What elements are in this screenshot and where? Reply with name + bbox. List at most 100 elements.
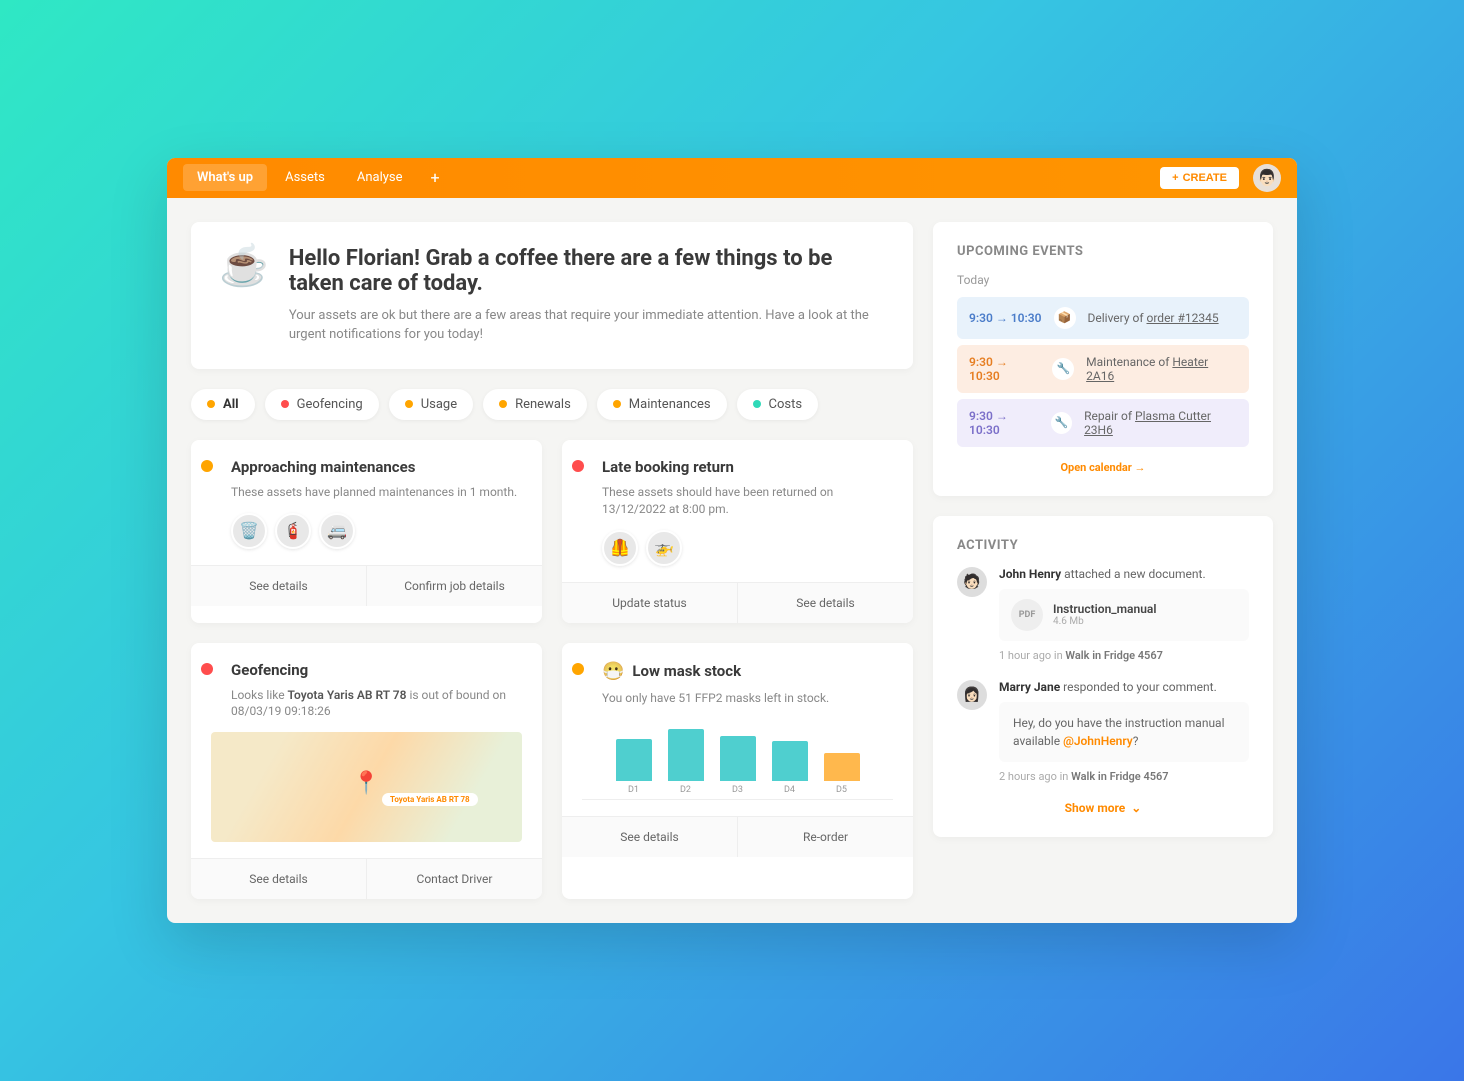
dot-icon: [613, 400, 621, 408]
stock-bar-chart: D1 D2 D3 D4 D5: [582, 720, 893, 800]
activity-item: 🧑🏻 John Henry attached a new document. PDF…: [957, 567, 1249, 662]
filter-renewals[interactable]: Renewals: [483, 389, 587, 420]
map-preview[interactable]: 📍 Toyota Yaris AB RT 78: [211, 732, 522, 842]
event-time: 9:30 → 10:30: [969, 311, 1042, 325]
coffee-icon: ☕: [219, 246, 269, 345]
contact-driver-button[interactable]: Contact Driver: [366, 859, 542, 899]
see-details-button[interactable]: See details: [191, 859, 366, 899]
activity-panel: ACTIVITY 🧑🏻John Henry attached a new doc…: [933, 516, 1273, 837]
today-label: Today: [957, 273, 1249, 287]
greeting-subtitle: Your assets are ok but there are a few a…: [289, 306, 885, 345]
asset-thumb[interactable]: 🗑️: [231, 513, 267, 549]
greeting-title: Hello Florian! Grab a coffee there are a…: [289, 246, 885, 296]
bar-col: D5: [824, 753, 860, 795]
filter-row: All Geofencing Usage Renewals Maintenanc…: [191, 389, 913, 420]
side-column: UPCOMING EVENTS Today 9:30 → 10:30📦Deliv…: [933, 222, 1273, 899]
tab-assets[interactable]: Assets: [271, 164, 339, 191]
activity-meta: 1 hour ago in Walk in Fridge 4567: [999, 649, 1249, 662]
event-row[interactable]: 9:30 → 10:30🔧Repair of Plasma Cutter 23H…: [957, 399, 1249, 447]
topbar-right: + CREATE 👨🏻: [1160, 164, 1281, 192]
activity-line: John Henry attached a new document.: [999, 567, 1249, 581]
bar: [772, 741, 808, 781]
bar-label: D2: [680, 785, 691, 795]
activity-item: 👩🏻Marry Jane responded to your comment.H…: [957, 680, 1249, 783]
bar: [720, 736, 756, 781]
app-window: What's up Assets Analyse + + CREATE 👨🏻 ☕…: [167, 158, 1297, 923]
main-column: ☕ Hello Florian! Grab a coffee there are…: [191, 222, 913, 899]
filter-label: Geofencing: [297, 397, 363, 412]
bar-label: D5: [836, 785, 847, 795]
asset-thumbs: 🦺 🚁: [602, 530, 893, 566]
bar: [824, 753, 860, 781]
card-title: Approaching maintenances: [231, 458, 522, 476]
tab-analyse[interactable]: Analyse: [343, 164, 417, 191]
asset-thumb[interactable]: 🧯: [275, 513, 311, 549]
create-button[interactable]: + CREATE: [1160, 167, 1239, 189]
greeting-card: ☕ Hello Florian! Grab a coffee there are…: [191, 222, 913, 369]
see-details-button[interactable]: See details: [562, 817, 737, 857]
add-tab-icon[interactable]: +: [421, 164, 450, 191]
filter-label: Costs: [769, 397, 803, 412]
card-title: Late booking return: [602, 458, 893, 476]
activity-meta: 2 hours ago in Walk in Fridge 4567: [999, 770, 1249, 783]
attachment-name: Instruction_manual: [1053, 602, 1156, 616]
filter-costs[interactable]: Costs: [737, 389, 819, 420]
filter-label: Maintenances: [629, 397, 711, 412]
user-avatar[interactable]: 👨🏻: [1253, 164, 1281, 192]
event-row[interactable]: 9:30 → 10:30🔧Maintenance of Heater 2A16: [957, 345, 1249, 393]
card-title: 😷 Low mask stock: [602, 661, 893, 682]
filter-all[interactable]: All: [191, 389, 255, 420]
event-time: 9:30 → 10:30: [969, 355, 1040, 383]
event-type-icon: 🔧: [1052, 358, 1074, 380]
bar-label: D1: [628, 785, 639, 795]
card-low-stock: 😷 Low mask stock You only have 51 FFP2 m…: [562, 643, 913, 900]
user-avatar[interactable]: 👩🏻: [957, 680, 987, 710]
bar-label: D3: [732, 785, 743, 795]
show-more-button[interactable]: Show more ⌄: [957, 801, 1249, 815]
card-desc: Looks like Toyota Yaris AB RT 78 is out …: [231, 687, 522, 721]
dot-icon: [405, 400, 413, 408]
asset-name: Toyota Yaris AB RT 78: [288, 688, 407, 702]
filter-usage[interactable]: Usage: [389, 389, 473, 420]
attachment-size: 4.6 Mb: [1053, 616, 1156, 627]
mention[interactable]: @JohnHenry: [1063, 734, 1133, 748]
asset-thumb[interactable]: 🦺: [602, 530, 638, 566]
open-calendar-link[interactable]: Open calendar →: [957, 461, 1249, 474]
content: ☕ Hello Florian! Grab a coffee there are…: [167, 198, 1297, 923]
dot-icon: [207, 400, 215, 408]
event-text: Repair of Plasma Cutter 23H6: [1084, 409, 1237, 437]
map-pin-label: Toyota Yaris AB RT 78: [382, 793, 478, 806]
event-type-icon: 📦: [1054, 307, 1076, 329]
event-row[interactable]: 9:30 → 10:30📦Delivery of order #12345: [957, 297, 1249, 339]
card-geofencing: Geofencing Looks like Toyota Yaris AB RT…: [191, 643, 542, 900]
tab-whats-up[interactable]: What's up: [183, 164, 267, 191]
user-avatar[interactable]: 🧑🏻: [957, 567, 987, 597]
bar: [616, 739, 652, 781]
status-dot-icon: [572, 663, 584, 675]
mask-icon: 😷: [602, 661, 624, 682]
filter-geofencing[interactable]: Geofencing: [265, 389, 379, 420]
dot-icon: [281, 400, 289, 408]
asset-thumb[interactable]: 🚐: [319, 513, 355, 549]
asset-thumbs: 🗑️ 🧯 🚐: [231, 513, 522, 549]
card-late-booking: Late booking return These assets should …: [562, 440, 913, 623]
attachment[interactable]: PDFInstruction_manual4.6 Mb: [999, 589, 1249, 641]
bar-col: D2: [668, 729, 704, 795]
card-desc: These assets have planned maintenances i…: [231, 484, 522, 501]
status-dot-icon: [201, 460, 213, 472]
bar-col: D1: [616, 739, 652, 795]
update-status-button[interactable]: Update status: [562, 583, 737, 623]
card-approaching-maintenances: Approaching maintenances These assets ha…: [191, 440, 542, 623]
filter-maintenances[interactable]: Maintenances: [597, 389, 727, 420]
map-pin-icon: 📍: [353, 771, 380, 796]
bar-col: D4: [772, 741, 808, 795]
reorder-button[interactable]: Re-order: [737, 817, 913, 857]
see-details-button[interactable]: See details: [191, 566, 366, 606]
confirm-job-button[interactable]: Confirm job details: [366, 566, 542, 606]
comment-box: Hey, do you have the instruction manual …: [999, 702, 1249, 762]
asset-thumb[interactable]: 🚁: [646, 530, 682, 566]
activity-list: 🧑🏻 John Henry attached a new document. PDF…: [957, 567, 1249, 783]
see-details-button[interactable]: See details: [737, 583, 913, 623]
card-desc: You only have 51 FFP2 masks left in stoc…: [602, 690, 893, 707]
cards-grid: Approaching maintenances These assets ha…: [191, 440, 913, 899]
